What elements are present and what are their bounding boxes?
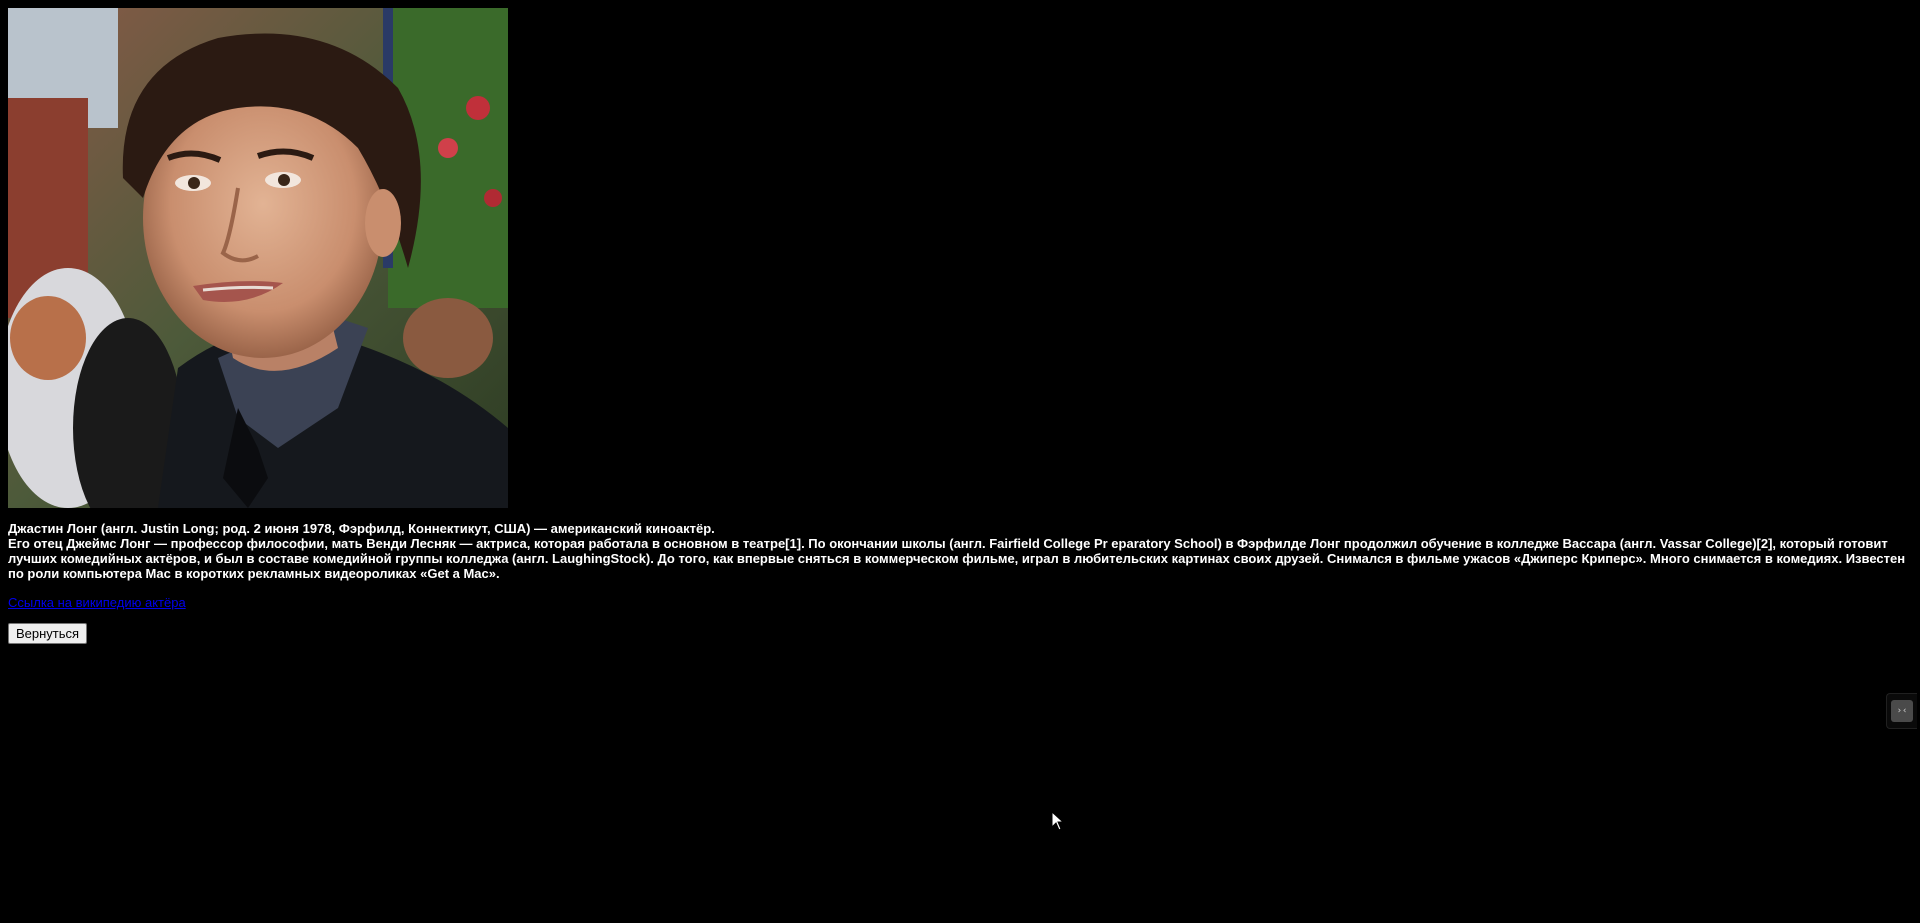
actor-portrait-image xyxy=(8,8,508,508)
bio-body: Его отец Джеймс Лонг — профессор философ… xyxy=(8,536,1906,581)
extension-widget[interactable]: ›‹ xyxy=(1886,693,1917,729)
wikipedia-link[interactable]: Ссылка на википедию актёра xyxy=(8,595,186,610)
actor-biography: Джастин Лонг (англ. Justin Long; род. 2 … xyxy=(8,521,1908,581)
bio-intro: Джастин Лонг (англ. Justin Long; род. 2 … xyxy=(8,521,715,536)
page: Джастин Лонг (англ. Justin Long; род. 2 … xyxy=(0,0,1920,923)
back-button[interactable]: Вернуться xyxy=(8,623,88,644)
extension-icon: ›‹ xyxy=(1891,700,1913,722)
mouse-cursor-icon xyxy=(1051,811,1065,831)
